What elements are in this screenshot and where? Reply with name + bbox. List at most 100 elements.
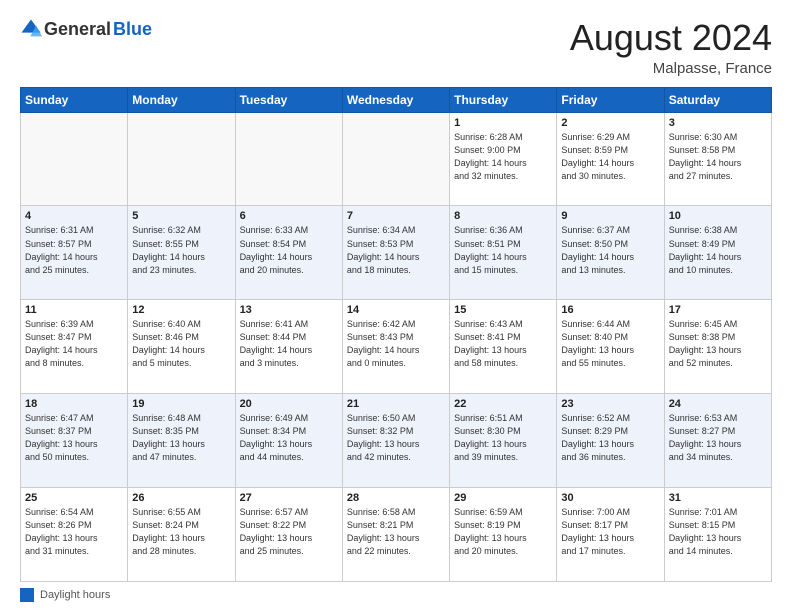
table-row: 3 Sunrise: 6:30 AM Sunset: 8:58 PM Daylig… <box>664 112 771 206</box>
day-info: Sunrise: 6:42 AM Sunset: 8:43 PM Dayligh… <box>347 318 445 370</box>
table-row: 12 Sunrise: 6:40 AM Sunset: 8:46 PM Dayli… <box>128 300 235 394</box>
table-row: 8Sunrise: 6:36 AM Sunset: 8:51 PM Daylig… <box>450 206 557 300</box>
day-number: 18 <box>25 398 123 410</box>
day-info: Sunrise: 6:58 AM Sunset: 8:21 PM Dayligh… <box>347 506 445 558</box>
calendar-week-3: 11 Sunrise: 6:39 AM Sunset: 8:47 PM Dayli… <box>21 300 772 394</box>
day-number: 22 <box>454 398 552 410</box>
table-row: 20 Sunrise: 6:49 AM Sunset: 8:34 PM Dayli… <box>235 394 342 488</box>
day-info: Sunrise: 6:40 AM Sunset: 8:46 PM Dayligh… <box>132 318 230 370</box>
table-row: 11 Sunrise: 6:39 AM Sunset: 8:47 PM Dayli… <box>21 300 128 394</box>
calendar-body: 1 Sunrise: 6:28 AM Sunset: 9:00 PM Daylig… <box>21 112 772 581</box>
day-info: Sunrise: 6:45 AM Sunset: 8:38 PM Dayligh… <box>669 318 767 370</box>
table-row: 5Sunrise: 6:32 AM Sunset: 8:55 PM Daylig… <box>128 206 235 300</box>
day-info: Sunrise: 6:34 AM Sunset: 8:53 PM Dayligh… <box>347 224 445 276</box>
table-row: 16Sunrise: 6:44 AM Sunset: 8:40 PM Dayli… <box>557 300 664 394</box>
day-number: 31 <box>669 492 767 504</box>
logo-icon <box>20 18 42 40</box>
day-info: Sunrise: 6:59 AM Sunset: 8:19 PM Dayligh… <box>454 506 552 558</box>
calendar-week-2: 4 Sunrise: 6:31 AM Sunset: 8:57 PM Daylig… <box>21 206 772 300</box>
logo-general: General <box>44 19 111 40</box>
day-number: 11 <box>25 304 123 316</box>
col-tuesday: Tuesday <box>235 87 342 112</box>
calendar-week-1: 1 Sunrise: 6:28 AM Sunset: 9:00 PM Daylig… <box>21 112 772 206</box>
day-info: Sunrise: 6:31 AM Sunset: 8:57 PM Dayligh… <box>25 224 123 276</box>
day-info: Sunrise: 6:36 AM Sunset: 8:51 PM Dayligh… <box>454 224 552 276</box>
day-number: 28 <box>347 492 445 504</box>
day-info: Sunrise: 6:53 AM Sunset: 8:27 PM Dayligh… <box>669 412 767 464</box>
calendar-table: Sunday Monday Tuesday Wednesday Thursday… <box>20 87 772 582</box>
day-info: Sunrise: 6:57 AM Sunset: 8:22 PM Dayligh… <box>240 506 338 558</box>
day-info: Sunrise: 6:52 AM Sunset: 8:29 PM Dayligh… <box>561 412 659 464</box>
table-row <box>235 112 342 206</box>
day-info: Sunrise: 6:50 AM Sunset: 8:32 PM Dayligh… <box>347 412 445 464</box>
day-number: 3 <box>669 117 767 129</box>
day-info: Sunrise: 6:28 AM Sunset: 9:00 PM Dayligh… <box>454 131 552 183</box>
day-number: 6 <box>240 210 338 222</box>
table-row: 9 Sunrise: 6:37 AM Sunset: 8:50 PM Daylig… <box>557 206 664 300</box>
calendar-week-4: 18 Sunrise: 6:47 AM Sunset: 8:37 PM Dayli… <box>21 394 772 488</box>
day-info: Sunrise: 6:29 AM Sunset: 8:59 PM Dayligh… <box>561 131 659 183</box>
day-number: 30 <box>561 492 659 504</box>
table-row: 27 Sunrise: 6:57 AM Sunset: 8:22 PM Dayli… <box>235 488 342 582</box>
day-info: Sunrise: 6:33 AM Sunset: 8:54 PM Dayligh… <box>240 224 338 276</box>
table-row: 30 Sunrise: 7:00 AM Sunset: 8:17 PM Dayli… <box>557 488 664 582</box>
day-number: 1 <box>454 117 552 129</box>
logo-area: GeneralBlue <box>20 18 152 40</box>
day-info: Sunrise: 6:48 AM Sunset: 8:35 PM Dayligh… <box>132 412 230 464</box>
day-number: 12 <box>132 304 230 316</box>
table-row: 7 Sunrise: 6:34 AM Sunset: 8:53 PM Daylig… <box>342 206 449 300</box>
title-area: August 2024 Malpasse, France <box>570 18 772 77</box>
day-info: Sunrise: 6:30 AM Sunset: 8:58 PM Dayligh… <box>669 131 767 183</box>
day-info: Sunrise: 6:32 AM Sunset: 8:55 PM Dayligh… <box>132 224 230 276</box>
day-number: 17 <box>669 304 767 316</box>
day-number: 20 <box>240 398 338 410</box>
col-saturday: Saturday <box>664 87 771 112</box>
footer-box-icon <box>20 588 34 602</box>
day-info: Sunrise: 6:55 AM Sunset: 8:24 PM Dayligh… <box>132 506 230 558</box>
day-number: 21 <box>347 398 445 410</box>
day-info: Sunrise: 6:39 AM Sunset: 8:47 PM Dayligh… <box>25 318 123 370</box>
table-row: 25Sunrise: 6:54 AM Sunset: 8:26 PM Dayli… <box>21 488 128 582</box>
col-monday: Monday <box>128 87 235 112</box>
table-row: 24Sunrise: 6:53 AM Sunset: 8:27 PM Dayli… <box>664 394 771 488</box>
day-info: Sunrise: 6:37 AM Sunset: 8:50 PM Dayligh… <box>561 224 659 276</box>
table-row: 14 Sunrise: 6:42 AM Sunset: 8:43 PM Dayli… <box>342 300 449 394</box>
day-info: Sunrise: 6:41 AM Sunset: 8:44 PM Dayligh… <box>240 318 338 370</box>
day-number: 9 <box>561 210 659 222</box>
table-row: 15 Sunrise: 6:43 AM Sunset: 8:41 PM Dayli… <box>450 300 557 394</box>
location-title: Malpasse, France <box>570 60 772 77</box>
table-row: 4 Sunrise: 6:31 AM Sunset: 8:57 PM Daylig… <box>21 206 128 300</box>
day-number: 4 <box>25 210 123 222</box>
table-row: 21 Sunrise: 6:50 AM Sunset: 8:32 PM Dayli… <box>342 394 449 488</box>
table-row: 28 Sunrise: 6:58 AM Sunset: 8:21 PM Dayli… <box>342 488 449 582</box>
footer-label: Daylight hours <box>40 589 110 601</box>
table-row: 6 Sunrise: 6:33 AM Sunset: 8:54 PM Daylig… <box>235 206 342 300</box>
day-info: Sunrise: 6:47 AM Sunset: 8:37 PM Dayligh… <box>25 412 123 464</box>
day-number: 7 <box>347 210 445 222</box>
footer: Daylight hours <box>20 588 772 602</box>
col-friday: Friday <box>557 87 664 112</box>
day-number: 13 <box>240 304 338 316</box>
day-number: 14 <box>347 304 445 316</box>
table-row: 22 Sunrise: 6:51 AM Sunset: 8:30 PM Dayli… <box>450 394 557 488</box>
day-info: Sunrise: 6:51 AM Sunset: 8:30 PM Dayligh… <box>454 412 552 464</box>
col-wednesday: Wednesday <box>342 87 449 112</box>
header: GeneralBlue August 2024 Malpasse, France <box>20 18 772 77</box>
day-info: Sunrise: 7:00 AM Sunset: 8:17 PM Dayligh… <box>561 506 659 558</box>
day-info: Sunrise: 6:38 AM Sunset: 8:49 PM Dayligh… <box>669 224 767 276</box>
table-row: 18 Sunrise: 6:47 AM Sunset: 8:37 PM Dayli… <box>21 394 128 488</box>
day-number: 27 <box>240 492 338 504</box>
day-number: 15 <box>454 304 552 316</box>
day-info: Sunrise: 6:49 AM Sunset: 8:34 PM Dayligh… <box>240 412 338 464</box>
day-number: 19 <box>132 398 230 410</box>
day-info: Sunrise: 6:43 AM Sunset: 8:41 PM Dayligh… <box>454 318 552 370</box>
logo: GeneralBlue <box>20 18 152 40</box>
table-row: 29Sunrise: 6:59 AM Sunset: 8:19 PM Dayli… <box>450 488 557 582</box>
table-row: 31Sunrise: 7:01 AM Sunset: 8:15 PM Dayli… <box>664 488 771 582</box>
page: GeneralBlue August 2024 Malpasse, France… <box>0 0 792 612</box>
calendar-week-5: 25Sunrise: 6:54 AM Sunset: 8:26 PM Dayli… <box>21 488 772 582</box>
day-number: 25 <box>25 492 123 504</box>
day-number: 10 <box>669 210 767 222</box>
table-row: 1 Sunrise: 6:28 AM Sunset: 9:00 PM Daylig… <box>450 112 557 206</box>
header-row: Sunday Monday Tuesday Wednesday Thursday… <box>21 87 772 112</box>
